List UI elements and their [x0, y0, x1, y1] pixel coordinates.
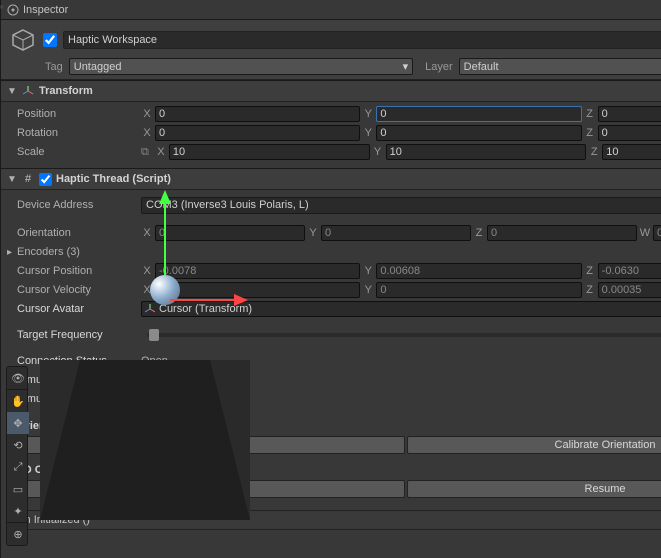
rotation-y-field[interactable]	[376, 125, 581, 141]
link-scale-icon[interactable]: ⧉	[141, 146, 149, 159]
resume-button[interactable]: Resume	[407, 480, 661, 498]
scale-label: Scale	[9, 146, 141, 158]
cursor-avatar-label: Cursor Avatar	[9, 303, 141, 315]
device-address-label: Device Address	[9, 199, 141, 211]
layer-label: Layer	[425, 61, 453, 73]
device-address-dropdown[interactable]: COM3 (Inverse3 Louis Polaris, L)▾	[141, 197, 661, 214]
rotation-x-field[interactable]	[155, 125, 360, 141]
position-z-field[interactable]	[598, 106, 661, 122]
calibrate-orientation-button[interactable]: Calibrate Orientation	[407, 436, 661, 454]
scale-tool-button[interactable]: ⤢	[7, 456, 29, 478]
foldout-icon[interactable]: ▼	[7, 86, 17, 97]
gameobject-name-field[interactable]	[63, 31, 661, 49]
position-label: Position	[9, 108, 141, 120]
view-tool-button[interactable]: 👁	[7, 367, 29, 389]
scale-z-field[interactable]	[602, 144, 661, 160]
component-enabled-checkbox[interactable]	[39, 173, 52, 186]
cursor-pos-y	[376, 263, 581, 279]
rotation-z-field[interactable]	[598, 125, 661, 141]
foldout-icon[interactable]: ▼	[7, 174, 17, 185]
rotate-tool-button[interactable]: ⟲	[7, 434, 29, 456]
inspector-icon	[7, 4, 19, 16]
transform-icon	[21, 84, 35, 98]
layer-dropdown[interactable]: Default▾	[459, 58, 661, 75]
encoders-label[interactable]: Encoders (3)	[9, 246, 141, 258]
orientation-x	[155, 225, 305, 241]
inspector-title: Inspector	[23, 4, 661, 16]
position-y-field[interactable]	[376, 106, 581, 122]
orientation-w	[653, 225, 661, 241]
cursor-pos-z	[598, 263, 661, 279]
orientation-y	[321, 225, 471, 241]
drag-handle-icon[interactable]: ═	[0, 2, 4, 13]
transform-component: ▼ Transform ?⇄⋮ Position X Y Z Rotation …	[1, 80, 661, 168]
transform-mini-icon	[145, 304, 155, 314]
target-frequency-slider[interactable]	[147, 333, 661, 337]
hand-tool-button[interactable]: ✋	[7, 390, 29, 412]
cursor-vel-y	[376, 282, 581, 298]
cursor-pos-x	[155, 263, 360, 279]
cursor-velocity-label: Cursor Velocity	[9, 284, 141, 296]
orientation-z	[487, 225, 637, 241]
scale-y-field[interactable]	[386, 144, 587, 160]
move-tool-button[interactable]: ✥	[7, 412, 29, 434]
haptic-title: Haptic Thread (Script)	[56, 173, 661, 185]
custom-tool-button[interactable]: ⊕	[7, 523, 29, 545]
cursor-position-label: Cursor Position	[9, 265, 141, 277]
transform-tool-button[interactable]: ✦	[7, 500, 29, 522]
scale-x-field[interactable]	[169, 144, 370, 160]
position-x-field[interactable]	[155, 106, 360, 122]
script-icon: #	[21, 172, 35, 186]
haptic-header[interactable]: ▼ # Haptic Thread (Script) ?⇄⋮	[1, 169, 661, 190]
gameobject-enabled-checkbox[interactable]	[43, 33, 57, 47]
inspector-header: Inspector 🔒 ⋮	[1, 0, 661, 20]
gameobject-icon[interactable]	[9, 26, 37, 54]
tag-label: Tag	[45, 61, 63, 73]
rotation-label: Rotation	[9, 127, 141, 139]
scene-toolbar: 👁 ✋ ✥ ⟲ ⤢ ▭ ✦ ⊕	[6, 366, 28, 546]
cursor-vel-z	[598, 282, 661, 298]
ground-plane	[40, 360, 250, 520]
encoders-foldout-icon[interactable]: ▸	[7, 247, 17, 258]
x-axis-arrow-icon[interactable]	[170, 290, 250, 310]
transform-title: Transform	[39, 85, 661, 97]
rect-tool-button[interactable]: ▭	[7, 478, 29, 500]
orientation-label: Orientation	[9, 227, 141, 239]
transform-header[interactable]: ▼ Transform ?⇄⋮	[1, 81, 661, 102]
gameobject-header: Static ▾ Tag Untagged▾ Layer Default▾	[1, 20, 661, 80]
target-frequency-label: Target Frequency	[9, 329, 141, 341]
tag-dropdown[interactable]: Untagged▾	[69, 58, 413, 75]
